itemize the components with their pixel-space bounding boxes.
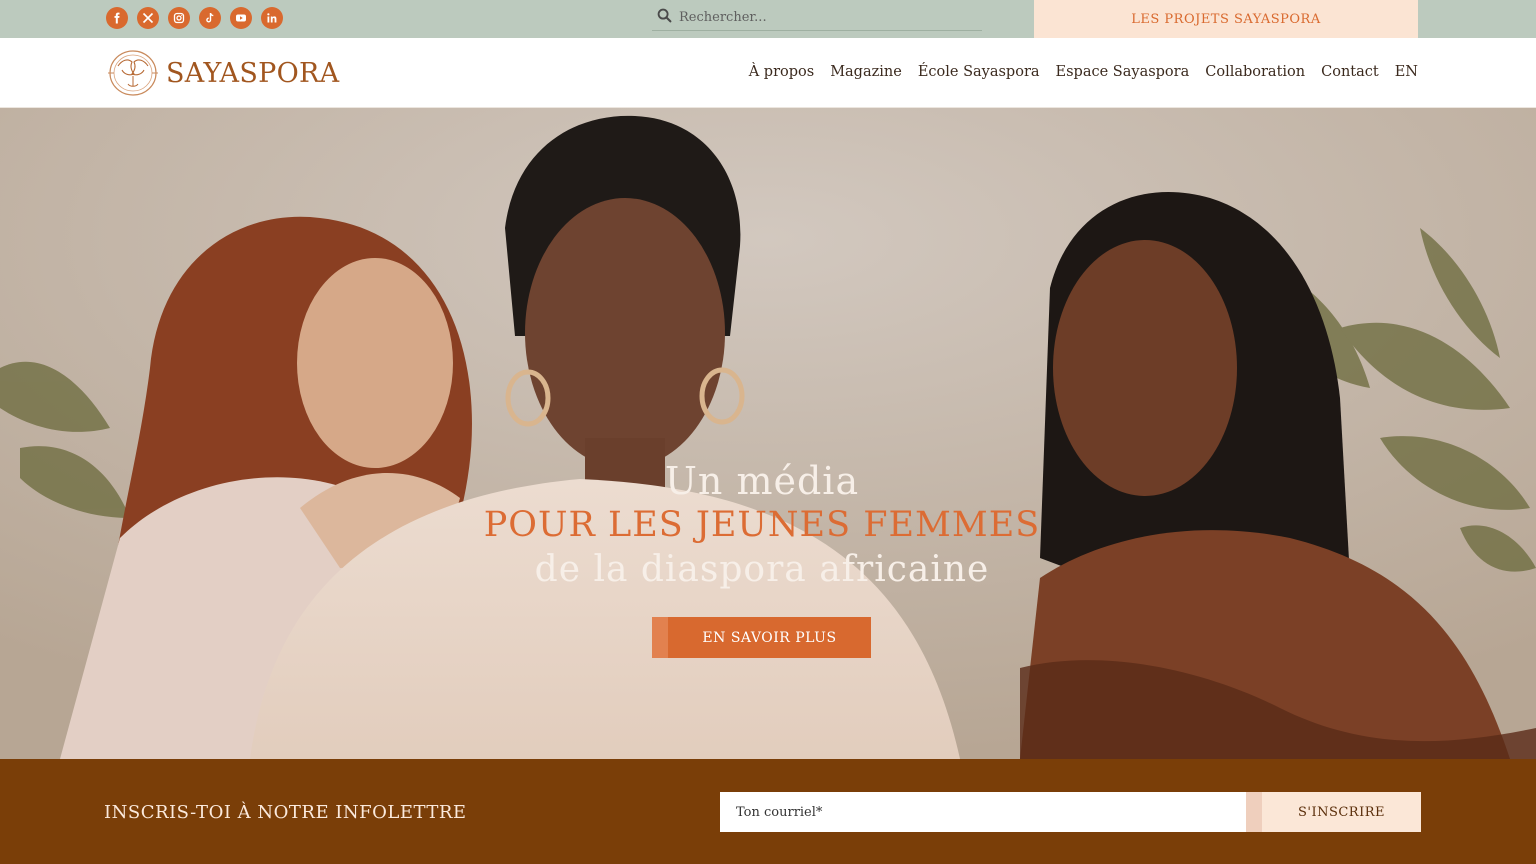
search-bar [652,5,982,31]
learn-more-button[interactable]: EN SAVOIR PLUS [652,617,871,658]
language-switch-en[interactable]: EN [1395,64,1418,80]
hero-section: Un média POUR LES JEUNES FEMMES de la di… [0,108,1536,759]
nav-item-espace-sayaspora[interactable]: Espace Sayaspora [1056,64,1190,80]
newsletter-section: INSCRIS-TOI À NOTRE INFOLETTRE S'INSCRIR… [0,759,1536,864]
x-twitter-icon[interactable] [137,7,159,29]
tiktok-icon[interactable] [199,7,221,29]
linkedin-icon[interactable] [261,7,283,29]
hero-photo [0,108,1536,759]
email-field[interactable] [720,792,1246,832]
nav-item-a-propos[interactable]: À propos [749,64,814,80]
hero-line-3: de la diaspora africaine [534,549,990,590]
projects-link[interactable]: LES PROJETS SAYASPORA [1034,0,1418,38]
nav-item-ecole-sayaspora[interactable]: École Sayaspora [918,64,1040,80]
search-icon[interactable] [652,8,679,27]
subscribe-button[interactable]: S'INSCRIRE [1246,792,1421,832]
hero-line-2: POUR LES JEUNES FEMMES [483,505,1041,545]
main-nav: À propos Magazine École Sayaspora Espace… [749,64,1418,80]
youtube-icon[interactable] [230,7,252,29]
logo-emblem-icon [108,50,158,96]
top-bar: LES PROJETS SAYASPORA [0,0,1536,38]
nav-item-collaboration[interactable]: Collaboration [1205,64,1305,80]
facebook-icon[interactable] [106,7,128,29]
instagram-icon[interactable] [168,7,190,29]
logo-text: SAYASPORA [166,57,340,89]
newsletter-title: INSCRIS-TOI À NOTRE INFOLETTRE [104,802,467,823]
hero-headline: Un média POUR LES JEUNES FEMMES de la di… [0,460,1524,592]
hero-line-1: Un média [664,459,860,503]
nav-item-magazine[interactable]: Magazine [830,64,902,80]
nav-item-contact[interactable]: Contact [1321,64,1379,80]
site-logo[interactable]: SAYASPORA [106,48,339,98]
social-links [106,7,283,29]
search-input[interactable] [679,10,969,25]
main-header: SAYASPORA À propos Magazine École Sayasp… [0,38,1536,108]
